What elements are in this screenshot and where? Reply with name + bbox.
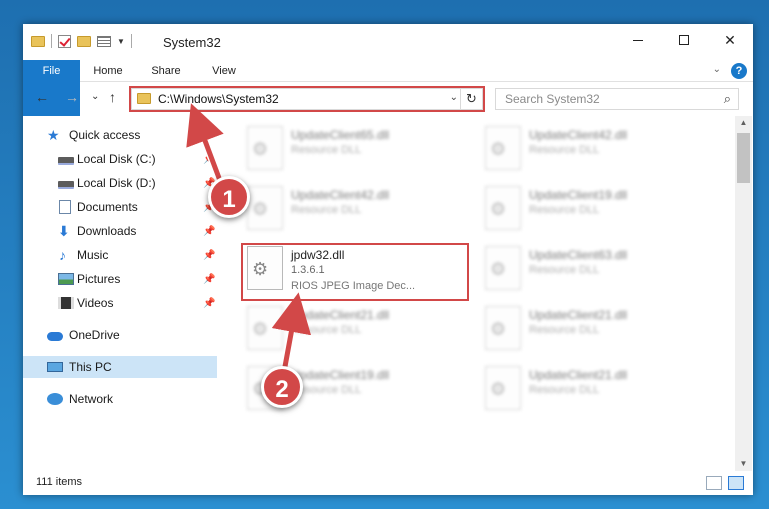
step-1-badge: 1 xyxy=(208,176,250,218)
annotation-arrows xyxy=(186,103,312,376)
step-2-badge: 2 xyxy=(261,366,303,408)
arrow-1 xyxy=(186,103,225,189)
